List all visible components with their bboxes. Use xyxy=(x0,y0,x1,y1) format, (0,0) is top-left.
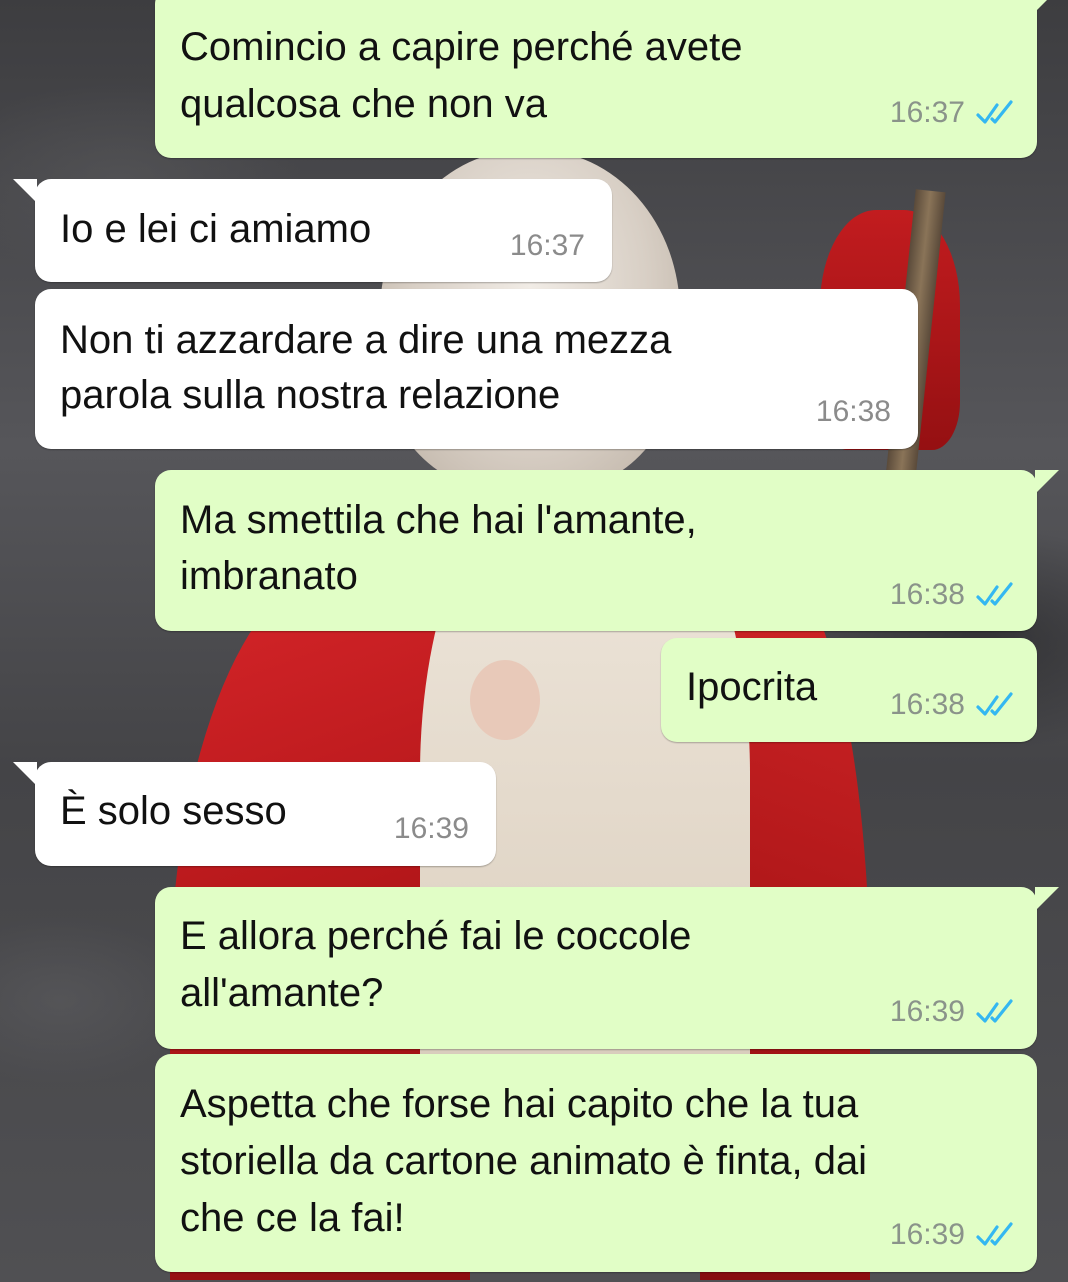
message-time: 16:38 xyxy=(815,395,891,428)
message-time: 16:39 xyxy=(889,995,965,1028)
message-line: Ipocrita xyxy=(686,665,818,709)
message-meta: 16:39 xyxy=(890,1220,1017,1250)
message-line: Aspetta che forse hai capito che la tua xyxy=(180,1082,859,1126)
message-line: Io e lei ci amiamo xyxy=(60,207,372,251)
double-check-icon xyxy=(976,999,1013,1023)
message-meta: 16:38 xyxy=(890,580,1017,610)
message-time: 16:39 xyxy=(393,812,469,845)
message-line: Non ti azzardare a dire una mezza xyxy=(60,318,672,362)
bubble-tail xyxy=(13,179,37,203)
double-check-icon xyxy=(976,692,1013,716)
double-check-icon xyxy=(976,100,1013,124)
message-time: 16:39 xyxy=(889,1218,965,1251)
message-time: 16:38 xyxy=(889,578,965,611)
message-meta: 16:38 xyxy=(816,397,891,427)
message-bubble-outgoing[interactable]: Ipocrita 16:38 xyxy=(661,638,1037,742)
message-bubble-outgoing[interactable]: Ma smettila che hai l'amante, imbranato … xyxy=(155,470,1059,631)
message-line: E allora perché fai le coccole xyxy=(180,914,692,958)
message-bubble-outgoing[interactable]: Aspetta che forse hai capito che la tua … xyxy=(155,1054,1037,1272)
message-meta: 16:37 xyxy=(510,231,585,261)
message-line: È solo sesso xyxy=(60,789,287,833)
message-line: Comincio a capire perché avete xyxy=(180,25,743,69)
bubble-tail xyxy=(13,762,37,786)
message-line: storiella da cartone animato è finta, da… xyxy=(180,1139,868,1183)
message-meta: 16:39 xyxy=(394,814,469,844)
message-line: Ma smettila che hai l'amante, xyxy=(180,498,697,542)
message-bubble-outgoing[interactable]: E allora perché fai le coccole all'amant… xyxy=(155,887,1059,1049)
message-meta: 16:39 xyxy=(890,997,1017,1027)
message-meta: 16:38 xyxy=(890,690,1017,720)
bubble-tail xyxy=(1035,887,1059,911)
message-time: 16:38 xyxy=(889,688,965,721)
message-meta: 16:37 xyxy=(890,98,1017,128)
bubble-tail xyxy=(1035,470,1059,494)
message-bubble-incoming[interactable]: Non ti azzardare a dire una mezza parola… xyxy=(35,289,918,449)
message-bubble-outgoing[interactable]: Comincio a capire perché avete qualcosa … xyxy=(155,0,1059,158)
message-line: parola sulla nostra relazione xyxy=(60,373,561,417)
message-line: imbranato xyxy=(180,554,358,598)
message-bubble-incoming[interactable]: È solo sesso 16:39 xyxy=(13,762,496,866)
message-time: 16:37 xyxy=(509,229,585,262)
message-line: che ce la fai! xyxy=(180,1196,405,1240)
message-line: all'amante? xyxy=(180,971,384,1015)
message-line: qualcosa che non va xyxy=(180,82,547,126)
message-list[interactable]: Comincio a capire perché avete qualcosa … xyxy=(0,0,1068,1282)
bubble-tail xyxy=(1035,0,1059,12)
double-check-icon xyxy=(976,582,1013,606)
message-time: 16:37 xyxy=(889,96,965,129)
message-bubble-incoming[interactable]: Io e lei ci amiamo 16:37 xyxy=(13,179,612,282)
double-check-icon xyxy=(976,1222,1013,1246)
